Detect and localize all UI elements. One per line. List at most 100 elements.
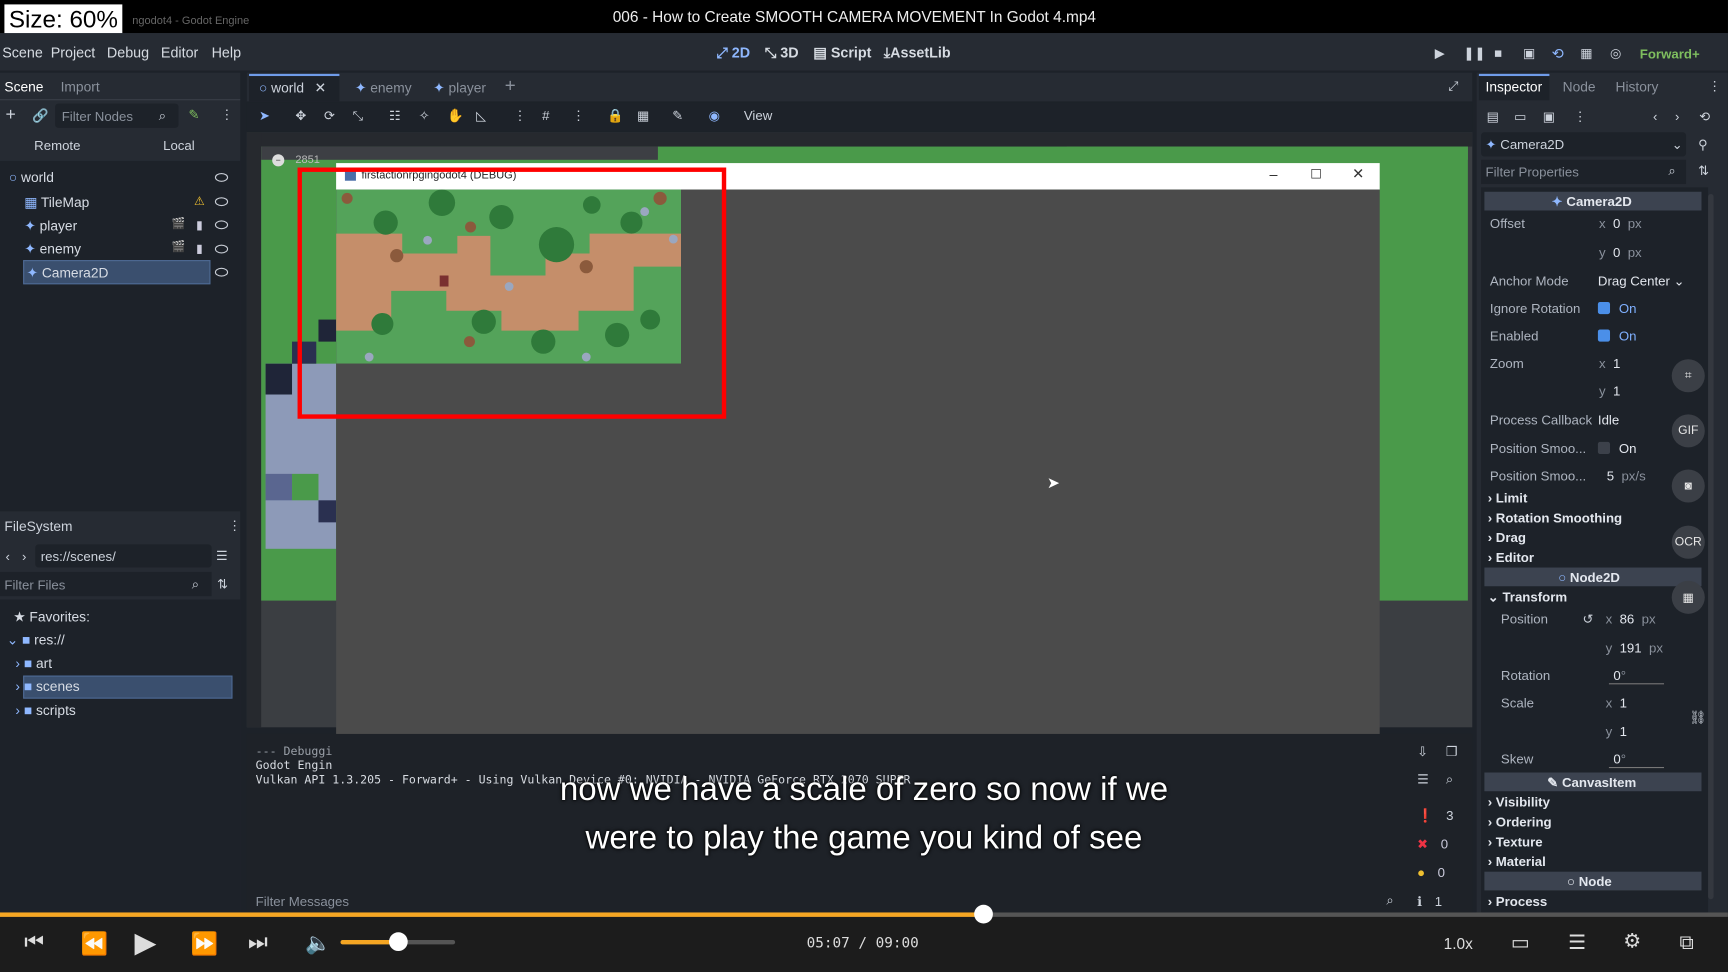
play-icon[interactable]: ▶ [134,926,156,960]
doc-icon[interactable]: ⚲ [1698,137,1708,152]
snap-options-icon[interactable]: ⋮ [572,108,585,123]
revert-icon[interactable]: ↺ [1582,612,1593,627]
smart-snap-icon[interactable]: ⋮ [514,108,527,123]
crop-icon[interactable]: ⌗ [1671,359,1705,393]
ignore-rotation-checkbox[interactable] [1597,301,1611,315]
playlist-icon[interactable]: ☰ [1568,931,1586,954]
forward-arrow-icon[interactable]: › [1675,109,1679,124]
movie-icon[interactable]: ◎ [1610,45,1622,60]
tab-import[interactable]: Import [61,79,100,94]
menu-debug[interactable]: Debug [107,44,149,61]
remote-button[interactable]: Remote [34,138,80,153]
section-rotation-smoothing[interactable]: › Rotation Smoothing [1488,510,1622,525]
maximize-icon[interactable]: ☐ [1310,166,1322,181]
move-tool-icon[interactable]: ✥ [295,108,306,123]
run-scene-icon[interactable]: ▦ [1580,45,1593,60]
script-icon[interactable]: ▮ [196,241,203,255]
list-view-icon[interactable]: ☰ [216,548,228,563]
renderer-select[interactable]: Forward+ [1640,46,1700,61]
view-menu[interactable]: View [744,108,772,123]
sort-icon[interactable]: ⇅ [1698,163,1709,178]
settings-gear-icon[interactable]: ⚙ [1623,930,1641,953]
section-editor[interactable]: › Editor [1488,550,1534,565]
visibility-eye-icon[interactable] [214,244,229,254]
more-icon[interactable]: ⋮ [1574,109,1587,124]
save-resource-icon[interactable]: ▣ [1543,109,1556,124]
tree-node-player[interactable]: ✦ player [24,217,77,233]
history-icon[interactable]: ⟲ [1699,109,1710,124]
clapper-icon[interactable]: 🎬 [172,241,186,253]
workspace-3d[interactable]: ⤡ 3D [765,44,799,62]
process-callback-select[interactable]: Idle [1598,412,1619,427]
airplay-icon[interactable]: ▭ [1511,931,1530,954]
volume-icon[interactable]: 🔈 [305,930,331,956]
close-icon[interactable]: ✕ [1352,165,1364,183]
visibility-eye-icon[interactable] [214,267,229,277]
forward-arrow-icon[interactable]: › [22,549,26,564]
section-drag[interactable]: › Drag [1488,530,1526,545]
position-smoothing-speed-field[interactable]: 5 px/s [1607,468,1646,483]
scale-tool-icon[interactable]: ⤡ [353,108,364,125]
section-transform[interactable]: ⌄ Transform [1488,590,1567,605]
rotation-slider[interactable] [1608,683,1665,685]
ocr-button[interactable]: OCR [1671,525,1705,559]
enabled-checkbox[interactable] [1597,329,1611,342]
rotate-tool-icon[interactable]: ⟳ [324,108,335,123]
playback-speed[interactable]: 1.0x [1444,934,1473,952]
menu-scene[interactable]: Scene [2,44,43,61]
more-icon[interactable]: ⋮ [228,518,241,533]
pivot-icon[interactable]: ✧ [419,108,430,123]
position-x-field[interactable]: x 86 px [1606,612,1656,627]
reload-icon[interactable]: ⟲ [1552,45,1564,63]
local-button[interactable]: Local [163,138,195,153]
sort-icon[interactable]: ⇅ [217,576,228,591]
tab-player[interactable]: ✦ player [433,79,486,95]
lock-icon[interactable]: 🔒 [607,108,623,123]
skew-slider[interactable] [1608,766,1665,769]
back-arrow-icon[interactable]: ‹ [6,549,10,564]
tree-node-camera2d[interactable]: ✦ Camera2D [26,264,108,281]
info-filter-icon[interactable]: ℹ 1 [1417,894,1442,909]
menu-help[interactable]: Help [212,44,241,61]
distraction-free-icon[interactable]: ⤢ [1448,78,1459,95]
remote-debug-icon[interactable]: ▣ [1523,45,1536,60]
rotation-field[interactable]: 0° [1613,668,1626,683]
rewind-icon[interactable]: ⏪ [80,930,107,958]
more-icon[interactable]: ⋮ [220,107,233,122]
stop-button[interactable]: ■ [1494,45,1502,60]
position-smoothing-checkbox[interactable] [1597,441,1611,455]
position-y-field[interactable]: y 191 px [1606,640,1663,655]
pan-tool-icon[interactable]: ✋ [447,108,463,123]
minimize-icon[interactable]: – [1270,166,1278,183]
workspace-2d[interactable]: ⤢ 2D [716,44,750,62]
fast-forward-icon[interactable]: ⏩ [191,930,218,958]
scale-x-field[interactable]: x 1 [1606,695,1627,710]
folder-scenes[interactable]: › ■ scenes [15,679,79,694]
new-resource-icon[interactable]: ▤ [1487,109,1500,124]
tab-enemy[interactable]: ✦ enemy [355,79,412,95]
tree-node-enemy[interactable]: ✦ enemy [24,240,81,256]
picture-in-picture-icon[interactable]: ⧉ [1679,931,1693,954]
skip-next-icon[interactable]: ⏭ [248,930,268,955]
offset-x-field[interactable]: x 0 px [1599,216,1642,231]
section-process[interactable]: › Process [1488,894,1548,909]
add-tab-icon[interactable]: + [505,75,516,97]
filter-messages-input[interactable] [251,892,1406,912]
warning-icon[interactable]: ⚠ [194,194,205,208]
folder-art[interactable]: › ■ art [15,656,52,671]
visibility-eye-icon[interactable] [214,197,229,207]
tab-scene[interactable]: Scene [4,79,43,94]
clapper-icon[interactable]: 🎬 [172,218,186,230]
grid-snap-icon[interactable]: # [542,108,549,123]
zoom-out-icon[interactable]: − [272,154,285,167]
visibility-eye-icon[interactable] [214,173,229,182]
res-root-item[interactable]: ⌄ ■ res:// [7,631,65,648]
select-tool-icon[interactable]: ➤ [259,108,270,123]
favorites-item[interactable]: ★ Favorites: [13,608,90,624]
gif-button[interactable]: GIF [1671,414,1705,448]
tab-history[interactable]: History [1616,79,1659,94]
ruler-tool-icon[interactable]: ◺ [476,108,486,123]
group-icon[interactable]: ▦ [637,108,650,123]
bone-icon[interactable]: ✎ [672,108,683,123]
skew-field[interactable]: 0° [1613,752,1626,767]
